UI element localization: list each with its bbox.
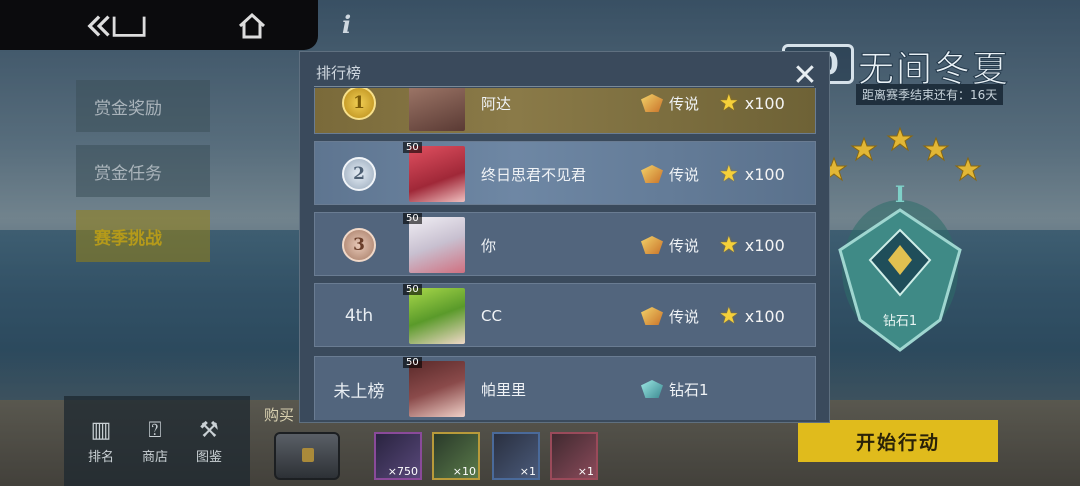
back-icon[interactable]: [86, 8, 146, 44]
reward: ★ x100: [719, 232, 785, 258]
legend-tier-icon: [641, 307, 663, 325]
legend-tier-icon: [641, 236, 663, 254]
tier: 钻石1: [641, 357, 709, 420]
avatar[interactable]: [409, 288, 465, 344]
avatar[interactable]: [409, 217, 465, 273]
season-time-left: 距离赛季结束还有：16天: [856, 84, 1004, 105]
player-name: CC: [481, 307, 502, 325]
shop-label: 商店: [141, 450, 168, 465]
leaderboard-row[interactable]: 3 50 你 传说 ★ x100: [314, 212, 816, 276]
star-icon: ★: [719, 90, 739, 116]
top-nav-bar: [0, 0, 318, 50]
ranking-button[interactable]: ▥ 排名: [76, 416, 126, 472]
legend-tier-icon: [641, 94, 663, 112]
game-screen: i 赏金奖励 赏金任务 赛季挑战 ▥ 排名 ⍰ 商店 ⚒ 图鉴 购买 ×750 …: [0, 0, 1080, 486]
emblem-rank-numeral: I: [895, 182, 905, 208]
player-name: 阿达: [481, 94, 512, 113]
rank-label: 未上榜: [333, 381, 385, 402]
tier: 传说: [641, 142, 699, 206]
rank-emblem: I 钻石1: [820, 120, 1020, 370]
player-name: 帕里里: [481, 380, 527, 399]
level-badge: 50: [403, 142, 422, 153]
reward: ★ x100: [719, 161, 785, 187]
title-divider: [314, 86, 814, 87]
sidebar-item-season-challenge[interactable]: 赛季挑战: [76, 210, 210, 262]
chest-icon[interactable]: [274, 432, 340, 480]
info-icon[interactable]: i: [342, 10, 351, 39]
leaderboard-row[interactable]: 4th 50 CC 传说 ★ x100: [314, 283, 816, 347]
loot-item-ticket[interactable]: ×10: [432, 432, 480, 480]
emblem-label: 钻石1: [883, 314, 917, 329]
ranking-label: 排名: [87, 450, 114, 465]
avatar[interactable]: [409, 146, 465, 202]
leaderboard-row[interactable]: 1 阿达 传说 ★ x100: [314, 88, 816, 134]
shop-icon: ⍰: [148, 418, 162, 443]
leaderboard-row-self[interactable]: 未上榜 50 帕里里 钻石1: [314, 356, 816, 420]
rank-cell: 1: [315, 88, 403, 135]
reward: ★ x100: [719, 90, 785, 116]
player-name: 你: [481, 236, 497, 255]
level-badge: 50: [403, 357, 422, 368]
silver-medal-icon: 2: [342, 157, 376, 191]
gold-medal-icon: 1: [342, 88, 376, 120]
leaderboard-row[interactable]: 2 50 终日思君不见君 传说 ★ x100: [314, 141, 816, 205]
bronze-medal-icon: 3: [342, 228, 376, 262]
level-badge: 50: [403, 213, 422, 224]
leaderboard-modal: 排行榜 ✕ 1 阿达 传说 ★ x100 2 50 终日思君不见君 传说 ★ x…: [299, 51, 830, 423]
collection-button[interactable]: ⚒ 图鉴: [184, 416, 234, 472]
legend-tier-icon: [641, 165, 663, 183]
loot-item-card[interactable]: ×1: [492, 432, 540, 480]
bottom-nav: ▥ 排名 ⍰ 商店 ⚒ 图鉴: [64, 396, 250, 486]
avatar[interactable]: [409, 88, 465, 131]
loot-item-crystal[interactable]: ×750: [374, 432, 422, 480]
star-icon: ★: [719, 303, 739, 329]
player-name: 终日思君不见君: [481, 165, 587, 184]
modal-title: 排行榜: [316, 64, 362, 82]
diamond-tier-icon: [641, 380, 663, 398]
loot-item-card[interactable]: ×1: [550, 432, 598, 480]
rank-stars: [820, 126, 982, 182]
sidebar-item-bounty-tasks[interactable]: 赏金任务: [76, 145, 210, 197]
collection-label: 图鉴: [195, 450, 222, 465]
tier: 传说: [641, 88, 699, 135]
star-icon: ★: [719, 232, 739, 258]
leaderboard-list[interactable]: 1 阿达 传说 ★ x100 2 50 终日思君不见君 传说 ★ x100 3 …: [314, 88, 816, 420]
home-icon[interactable]: [222, 8, 282, 44]
rank-label: 4th: [344, 306, 374, 326]
star-icon: ★: [719, 161, 739, 187]
tier: 传说: [641, 213, 699, 277]
close-icon[interactable]: ✕: [783, 58, 827, 93]
sidebar-item-bounty-rewards[interactable]: 赏金奖励: [76, 80, 210, 132]
tier: 传说: [641, 284, 699, 348]
avatar[interactable]: [409, 361, 465, 417]
start-action-button[interactable]: 开始行动: [798, 420, 998, 462]
level-badge: 50: [403, 284, 422, 295]
buy-label: 购买: [264, 406, 295, 424]
collection-icon: ⚒: [199, 418, 219, 443]
ranking-icon: ▥: [90, 418, 112, 443]
reward: ★ x100: [719, 303, 785, 329]
rank-cell: 2: [315, 142, 403, 206]
shop-button[interactable]: ⍰ 商店: [130, 416, 180, 472]
rank-cell: 3: [315, 213, 403, 277]
